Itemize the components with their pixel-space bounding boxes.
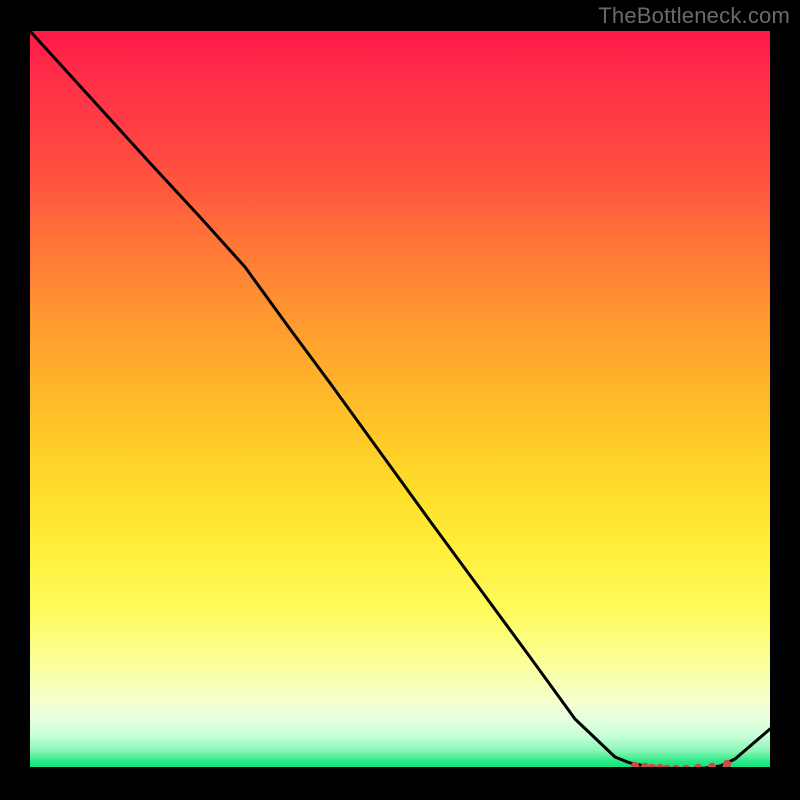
- bottleneck-curve: [30, 31, 770, 769]
- line-layer: [30, 31, 770, 769]
- chart-root: TheBottleneck.com: [0, 0, 800, 800]
- watermark-text: TheBottleneck.com: [598, 3, 790, 29]
- plot-area: [30, 31, 770, 769]
- x-axis-line: [30, 767, 770, 769]
